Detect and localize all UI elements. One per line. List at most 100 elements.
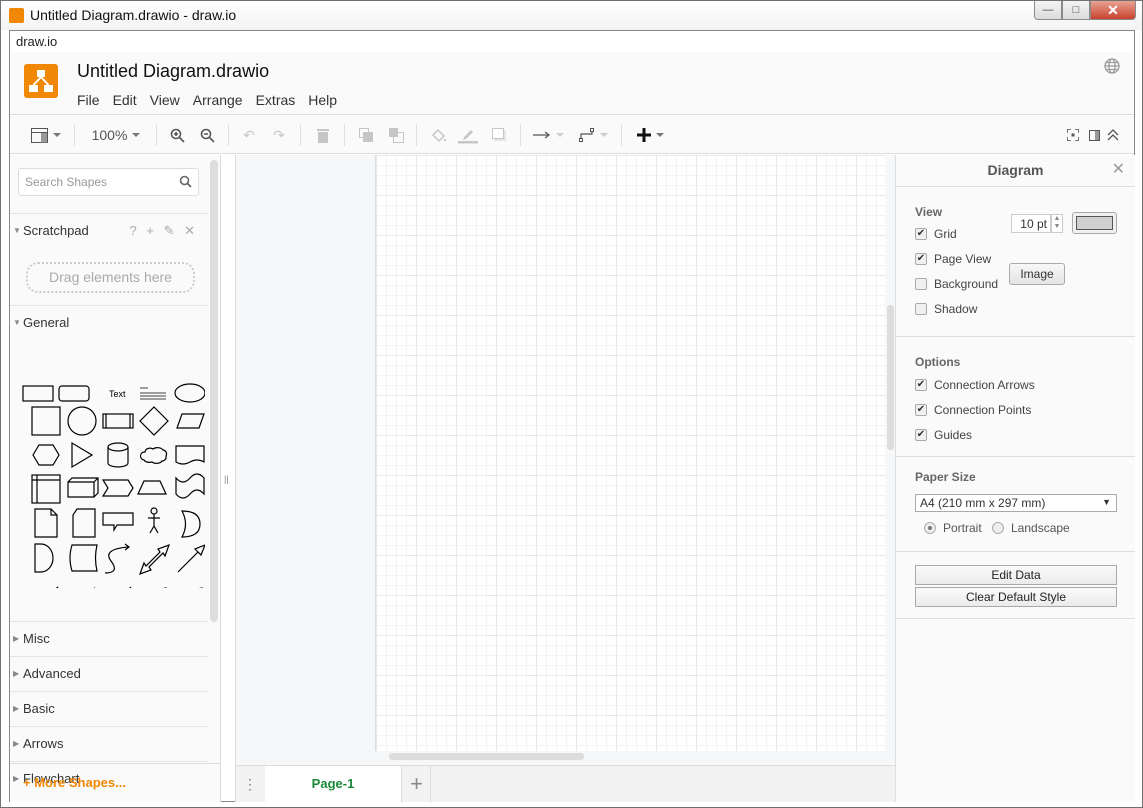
shape-square[interactable] [31,406,61,436]
menu-arrange[interactable]: Arrange [193,92,243,108]
sidebar-section-arrows[interactable]: ▶ Arrows [10,726,208,761]
shape-diamond[interactable] [139,406,169,436]
menu-view[interactable]: View [150,92,180,108]
close-icon[interactable]: ✕ [1112,155,1125,185]
checkbox-checked[interactable]: ✔ [915,379,927,391]
connection-points-checkbox[interactable]: ✔ Connection Points [915,403,1031,417]
page-grid[interactable] [375,155,885,751]
fill-color-button[interactable] [427,116,449,154]
radio-unselected[interactable] [992,522,1004,534]
close-window-button[interactable]: ✕ [1090,1,1136,20]
document-title[interactable]: Untitled Diagram.drawio [77,61,269,82]
menu-help[interactable]: Help [308,92,337,108]
shape-internal-storage[interactable] [31,474,61,504]
sidebar-resize-handle[interactable]: || [224,474,229,484]
insert-button[interactable] [632,116,668,154]
shape-rounded-rectangle[interactable] [58,385,90,402]
paper-size-select[interactable]: A4 (210 mm x 297 mm) ▼ [915,494,1117,512]
clear-default-style-button[interactable]: Clear Default Style [915,587,1117,607]
shape-delay[interactable] [34,543,54,573]
shape-cube[interactable] [67,477,99,498]
menu-edit[interactable]: Edit [113,92,137,108]
waypoints-button[interactable] [575,116,611,154]
scratchpad-dropzone[interactable]: Drag elements here [26,262,195,293]
general-header[interactable]: ▼ General [10,305,208,340]
shape-arrow[interactable] [177,543,207,573]
shape-hexagon[interactable] [32,444,60,466]
shape-document[interactable] [175,445,205,465]
shape-triangle[interactable] [71,441,94,469]
shape-double-line[interactable] [32,586,61,615]
redo-button[interactable]: ↷ [268,116,290,154]
shape-callout[interactable] [102,512,134,533]
guides-checkbox[interactable]: ✔ Guides [915,428,972,442]
shape-textbox[interactable] [140,387,166,400]
background-checkbox[interactable]: Background [915,277,998,291]
sidebar-scrollbar[interactable] [210,160,218,622]
checkbox-unchecked[interactable] [915,278,927,290]
shape-cloud[interactable] [139,447,168,464]
grid-size-spinner[interactable]: ▲ ▼ [1051,214,1063,233]
diagram-canvas[interactable] [235,155,895,765]
shape-text[interactable]: Text [109,389,126,399]
shape-rectangle[interactable] [22,385,54,402]
shape-circle[interactable] [67,406,97,436]
fullscreen-button[interactable] [1064,116,1082,154]
shape-bidirectional-arrow[interactable] [138,543,171,576]
checkbox-checked[interactable]: ✔ [915,429,927,441]
scratchpad-header[interactable]: ▼ Scratchpad ? + ✎ ✕ [10,213,208,248]
shape-curve[interactable] [104,543,130,574]
vertical-scrollbar[interactable] [887,305,894,450]
radio-selected[interactable] [924,522,936,534]
sidebar-section-basic[interactable]: ▶ Basic [10,691,208,726]
background-image-button[interactable]: Image [1009,263,1065,285]
shape-parallelogram[interactable] [176,413,205,429]
landscape-radio[interactable]: Landscape [992,521,1070,535]
shape-card[interactable] [72,508,96,538]
shape-or[interactable] [180,510,201,538]
globe-icon[interactable] [1104,58,1120,74]
connection-arrows-checkbox[interactable]: ✔ Connection Arrows [915,378,1035,392]
zoom-in-button[interactable] [166,116,188,154]
menu-extras[interactable]: Extras [256,92,296,108]
sidebar-section-advanced[interactable]: ▶ Advanced [10,656,208,691]
zoom-select[interactable]: 100% [84,116,148,154]
shape-actor[interactable] [148,507,160,534]
more-shapes-button[interactable]: + More Shapes... [10,763,221,802]
checkbox-checked[interactable]: ✔ [915,228,927,240]
pages-menu-icon[interactable]: ⋮ [236,766,264,803]
shape-step[interactable] [101,479,134,497]
sidebar-section-misc[interactable]: ▶ Misc [10,621,208,656]
shape-process[interactable] [102,413,134,429]
add-page-button[interactable]: + [403,766,431,803]
search-icon[interactable] [179,175,192,188]
search-shapes-input[interactable]: Search Shapes [18,168,199,196]
maximize-button[interactable]: □ [1062,1,1090,20]
page-view-checkbox[interactable]: ✔ Page View [915,252,991,266]
minimize-button[interactable]: — [1034,1,1062,20]
checkbox-checked[interactable]: ✔ [915,253,927,265]
zoom-out-button[interactable] [196,116,218,154]
grid-color-button[interactable] [1072,212,1117,234]
shadow-checkbox[interactable]: Shadow [915,302,977,316]
menu-file[interactable]: File [77,92,100,108]
shape-trapezoid[interactable] [137,480,167,495]
delete-button[interactable] [312,116,334,154]
page-tab[interactable]: Page-1 [265,766,402,803]
undo-button[interactable]: ↶ [238,116,260,154]
grid-size-input[interactable]: 10 pt [1011,214,1051,233]
checkbox-unchecked[interactable] [915,303,927,315]
horizontal-scrollbar[interactable] [389,753,584,760]
portrait-radio[interactable]: Portrait [924,521,982,535]
shape-data-storage[interactable] [69,544,98,572]
scratchpad-actions[interactable]: ? + ✎ ✕ [130,214,198,248]
shadow-button[interactable] [488,116,510,154]
format-panel-button[interactable] [28,116,64,154]
shape-ellipse[interactable] [174,383,206,403]
shape-tape[interactable] [175,473,205,499]
line-color-button[interactable] [457,116,479,154]
format-toggle-button[interactable] [1085,116,1103,154]
connection-style-button[interactable] [530,116,566,154]
checkbox-checked[interactable]: ✔ [915,404,927,416]
to-front-button[interactable] [355,116,377,154]
